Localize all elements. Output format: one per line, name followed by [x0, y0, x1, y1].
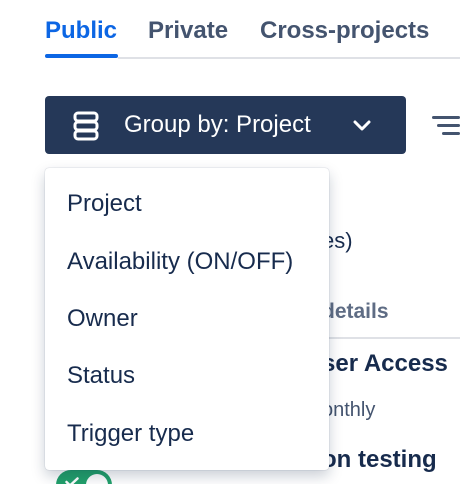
menu-item-project[interactable]: Project [45, 177, 329, 231]
group-by-menu: Project Availability (ON/OFF) Owner Stat… [45, 168, 329, 470]
check-icon [65, 477, 79, 484]
tab-private[interactable]: Private [148, 16, 228, 46]
menu-item-status[interactable]: Status [45, 349, 329, 403]
menu-item-owner[interactable]: Owner [45, 292, 329, 346]
group-by-button[interactable]: Group by: Project [45, 96, 406, 154]
column-header-details: details [322, 300, 389, 323]
tab-cross-projects[interactable]: Cross-projects [260, 16, 429, 46]
menu-item-trigger-type[interactable]: Trigger type [45, 407, 329, 461]
tab-bar: Public Private Cross-projects [0, 0, 460, 60]
group-by-label: Group by: Project [124, 111, 311, 138]
table-header-divider [320, 337, 460, 339]
toggle-knob [86, 474, 108, 484]
stack-icon [73, 111, 99, 141]
tab-bar-divider [118, 57, 460, 59]
filter-icon[interactable] [432, 112, 460, 138]
tab-public[interactable]: Public [45, 16, 117, 46]
rule-enabled-toggle[interactable] [56, 470, 112, 484]
active-tab-indicator [45, 54, 118, 58]
chevron-down-icon [353, 120, 371, 131]
rule-title-1[interactable]: ser Access [322, 350, 448, 378]
rule-subtitle-1: onthly [322, 399, 376, 421]
rule-title-2[interactable]: on testing [322, 446, 437, 474]
menu-item-availability[interactable]: Availability (ON/OFF) [45, 235, 329, 289]
